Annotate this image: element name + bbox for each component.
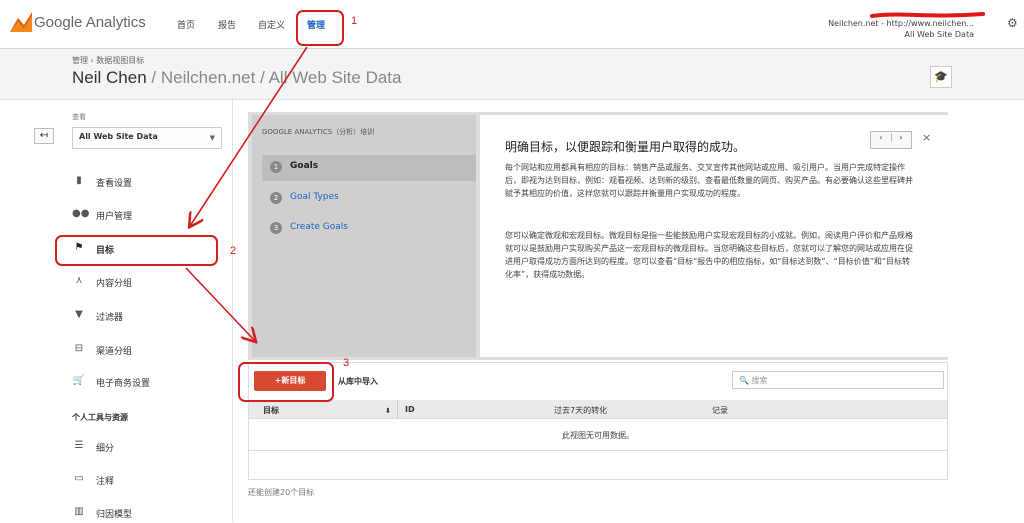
arrow-2-to-3 [185,267,255,341]
arrow-1-to-2 [190,46,308,226]
annotation-arrows [185,46,308,522]
